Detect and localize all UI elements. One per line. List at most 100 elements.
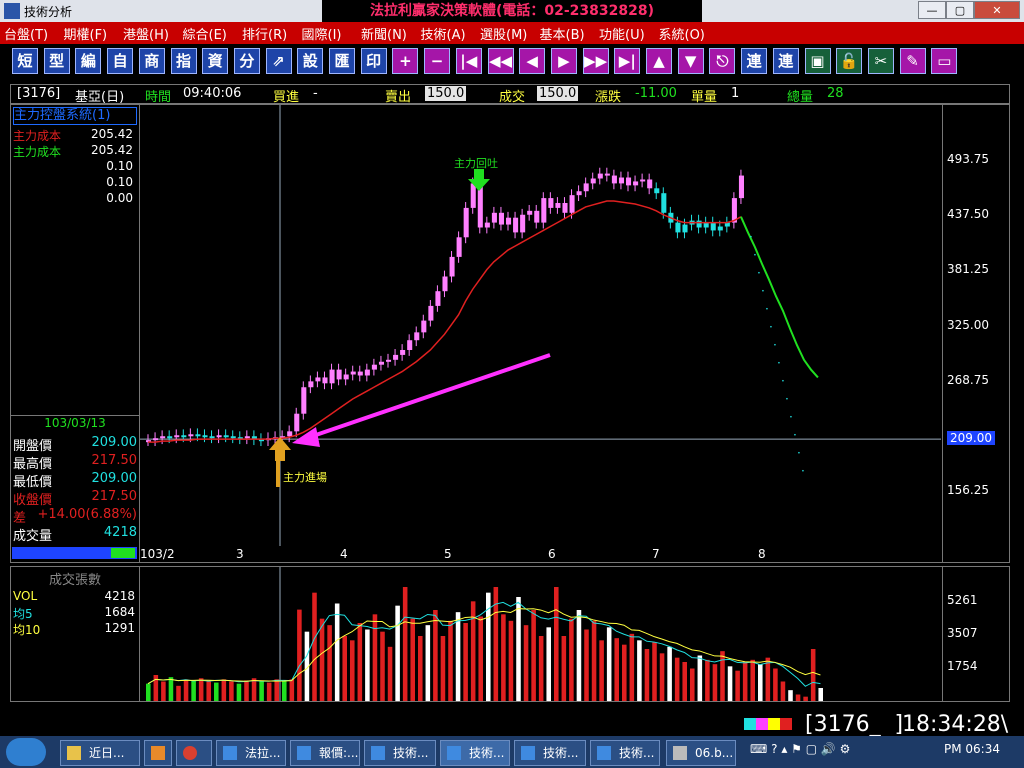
volume-bar: [470, 601, 476, 701]
chart-icon[interactable]: ⇗: [265, 48, 292, 74]
prev-icon[interactable]: ◀: [519, 48, 546, 74]
indicator-value: 0.10: [106, 159, 133, 173]
menu-item-7[interactable]: 技術(A): [421, 24, 466, 43]
tray-icons[interactable]: ⌨ ? ▴ ⚑ ▢ 🔊 ⚙: [750, 742, 850, 756]
tools-icon[interactable]: ✂: [867, 48, 894, 74]
link2-icon[interactable]: 連: [772, 48, 799, 74]
first-icon[interactable]: |◀: [455, 48, 482, 74]
volume-bar: [584, 629, 589, 701]
indicator-title[interactable]: 主力控盤系統(1): [13, 107, 137, 125]
zoom-in-icon[interactable]: +: [392, 48, 419, 74]
custom-icon[interactable]: 自: [107, 48, 134, 74]
lock-icon[interactable]: 🔓: [836, 48, 863, 74]
status-color-yellow: [768, 718, 780, 730]
task-file[interactable]: 06.b...: [666, 740, 736, 766]
volume-bar: [622, 644, 627, 701]
menu-item-3[interactable]: 綜合(E): [183, 24, 227, 43]
menu-item-11[interactable]: 系統(O): [659, 24, 705, 43]
forward-icon[interactable]: ▶▶: [582, 48, 609, 74]
task-folder[interactable]: 近日...: [60, 740, 140, 766]
volume-legend: 成交張數 VOL 4218 均5 1684 均10 1291: [11, 567, 140, 701]
zoom-out-icon[interactable]: −: [424, 48, 451, 74]
pattern-icon[interactable]: 型: [43, 48, 70, 74]
app-icon: [447, 746, 461, 760]
menu-item-1[interactable]: 期權(F): [64, 24, 108, 43]
candle-body: [449, 256, 455, 277]
window-icon[interactable]: ▣: [804, 48, 831, 74]
down-icon[interactable]: ▼: [677, 48, 704, 74]
price-chart-panel[interactable]: 主力控盤系統(1) 主力成本 205.42 主力成本 205.42 0.10 0…: [10, 104, 1010, 563]
volume-bar: [765, 657, 771, 701]
x-tick-label: 8: [758, 547, 766, 561]
volume-bar: [788, 690, 793, 701]
volume-bar: [712, 664, 718, 701]
minimize-button[interactable]: —: [918, 1, 946, 19]
menu-item-4[interactable]: 排行(R): [242, 24, 287, 43]
task-app[interactable]: 法拉...: [216, 740, 286, 766]
ask-label: 賣出: [385, 90, 412, 105]
next-icon[interactable]: ▶: [550, 48, 577, 74]
link-icon[interactable]: 連: [741, 48, 768, 74]
menu-item-5[interactable]: 國際(I): [302, 24, 342, 43]
ohlc-row: 差 +14.00(6.88%): [13, 507, 137, 526]
print-icon[interactable]: 印: [360, 48, 387, 74]
task-app[interactable]: 技術...: [514, 740, 586, 766]
y-tick-label: 493.75: [947, 152, 989, 167]
ohlc-row: 成交量 4218: [13, 525, 137, 544]
task-app-active[interactable]: 技術...: [440, 740, 510, 766]
minute-icon[interactable]: 分: [233, 48, 260, 74]
volume-bar: [334, 603, 340, 701]
volume-bar: [372, 614, 378, 701]
menu-item-2[interactable]: 港盤(H): [123, 24, 169, 43]
qty-value: 1: [731, 86, 740, 101]
close-button[interactable]: ✕: [974, 1, 1020, 19]
volume-panel[interactable]: 成交張數 VOL 4218 均5 1684 均10 1291 5261 3507 1…: [10, 566, 1010, 702]
volume-title: 成交張數: [48, 573, 101, 588]
candle-body: [223, 435, 229, 438]
menu-item-6[interactable]: 新聞(N): [361, 24, 407, 43]
task-app[interactable]: 報價:...: [290, 740, 360, 766]
maximize-button[interactable]: ▢: [946, 1, 974, 19]
volume-bar: [705, 659, 710, 701]
volume-chart[interactable]: [140, 567, 941, 701]
projection-dot: [770, 325, 772, 328]
arrow-line: [309, 353, 551, 439]
data-icon[interactable]: 資: [202, 48, 229, 74]
task-media[interactable]: [144, 740, 172, 766]
esc-icon[interactable]: ⎋: [709, 48, 736, 74]
rewind-icon[interactable]: ◀◀: [487, 48, 514, 74]
price-chart[interactable]: 主力回吐主力進場: [140, 105, 941, 546]
app-icon: [297, 746, 311, 760]
settings-icon[interactable]: 設: [297, 48, 324, 74]
x-tick-label: 5: [444, 547, 452, 561]
menu-item-8[interactable]: 選股(M): [480, 24, 527, 43]
candle-body: [378, 361, 384, 365]
status-clock: 18:34:28\: [902, 712, 1009, 737]
total-value: 28: [827, 86, 844, 101]
last-icon[interactable]: ▶|: [614, 48, 641, 74]
y-tick-label: 325.00: [947, 317, 989, 332]
taskbar: 近日... 法拉... 報價:... 技術... 技術... 技術... 技術.…: [0, 736, 1024, 768]
task-app[interactable]: 技術...: [590, 740, 660, 766]
frame-icon[interactable]: ▭: [931, 48, 958, 74]
task-chrome[interactable]: [176, 740, 212, 766]
menu-item-9[interactable]: 基本(B): [540, 24, 585, 43]
volume-bar: [531, 610, 536, 701]
y-tick-label: 437.50: [947, 207, 989, 222]
tray-clock: PM 06:34: [944, 742, 1000, 756]
start-button[interactable]: [6, 738, 46, 766]
task-app[interactable]: 技術...: [364, 740, 436, 766]
export-icon[interactable]: 匯: [329, 48, 355, 74]
candle-body: [428, 305, 434, 321]
folder-icon: [67, 746, 81, 760]
short-icon[interactable]: 短: [12, 48, 38, 74]
menu-item-10[interactable]: 功能(U): [599, 24, 645, 43]
index-icon[interactable]: 指: [170, 48, 197, 74]
product-icon[interactable]: 商: [138, 48, 165, 74]
up-icon[interactable]: ▲: [646, 48, 672, 74]
pen-icon[interactable]: ✎: [899, 48, 926, 74]
cost-line: [148, 200, 742, 443]
menu-item-0[interactable]: 台盤(T): [4, 24, 48, 43]
edit-icon[interactable]: 編: [75, 48, 102, 74]
app-icon: [4, 3, 20, 19]
